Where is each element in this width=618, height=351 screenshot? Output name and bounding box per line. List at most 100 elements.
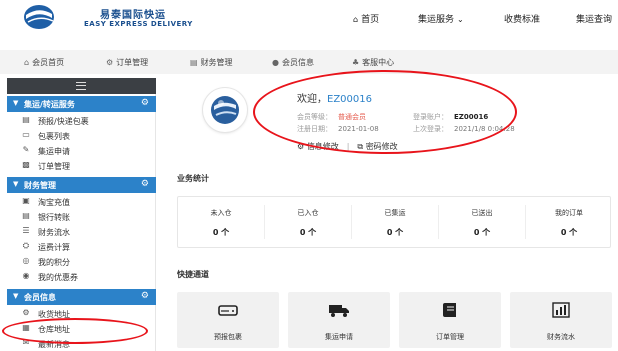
shopping-icon: ▣: [22, 196, 30, 205]
menu-icon: [76, 82, 86, 90]
quick-label: 预报包裹: [214, 333, 242, 341]
subnav-label: 订单管理: [116, 58, 149, 67]
sidebar-item-label: 订单管理: [38, 162, 70, 171]
coupon-icon: ◉: [22, 271, 30, 280]
brand-name-cn: 易泰国际快运: [100, 10, 166, 21]
brand-logo[interactable]: 易泰国际快运 EASY EXPRESS DELIVERY: [22, 2, 212, 36]
quick-forecast[interactable]: 预报包裹: [177, 292, 279, 348]
nav-home[interactable]: ⌂ 首页: [353, 12, 379, 26]
subnav-member-info[interactable]: ● 会员信息: [272, 57, 314, 68]
stat-my-orders[interactable]: 我的订单 0 个: [526, 197, 612, 247]
subnav-service[interactable]: ♣ 客服中心: [352, 57, 394, 68]
quick-orders[interactable]: 订单管理: [399, 292, 501, 348]
sidebar-item-label: 淘宝充值: [38, 198, 70, 207]
sidebar-item-bank-transfer[interactable]: ▤ 银行转账: [7, 210, 156, 224]
sidebar-group-finance[interactable]: ▼ 财务管理 ⚙: [7, 177, 156, 193]
stat-shipped[interactable]: 已送出 0 个: [439, 197, 525, 247]
top-header: 易泰国际快运 EASY EXPRESS DELIVERY ⌂ 首页 集运服务 ⌄ 收…: [0, 0, 618, 38]
avatar[interactable]: [203, 88, 247, 132]
sidebar-item-label: 预报/快递包裹: [38, 117, 89, 126]
quick-label: 订单管理: [436, 333, 464, 341]
subnav-label: 会员首页: [32, 58, 65, 67]
subnav-label: 财务管理: [200, 58, 233, 67]
truck-icon: [329, 305, 349, 317]
sidebar-item-label: 我的积分: [38, 258, 70, 267]
location-icon: ⚙: [22, 308, 30, 317]
sidebar-item-orders[interactable]: ▩ 订单管理: [7, 159, 156, 173]
calculator-icon: ⛭: [22, 241, 30, 250]
subnav-member-home[interactable]: ⌂ 会员首页: [24, 57, 64, 68]
inbox-icon: ▭: [22, 130, 30, 139]
sidebar-item-label: 财务流水: [38, 228, 70, 237]
quick-finance-flow[interactable]: 财务流水: [510, 292, 612, 348]
sidebar-group-member[interactable]: ▼ 会员信息 ⚙: [7, 289, 156, 305]
caret-down-icon: ▼: [13, 99, 19, 107]
credit-card-icon: ▤: [190, 58, 198, 67]
nav-services-label: 集运服务: [418, 15, 455, 25]
sidebar-item-label: 我的优惠券: [38, 273, 78, 282]
home-icon: ⌂: [24, 58, 30, 67]
globe-avatar-icon: [211, 96, 239, 124]
quick-consolidate[interactable]: 集运申请: [288, 292, 390, 348]
sidebar-item-forecast[interactable]: ▤ 预报/快递包裹: [7, 114, 156, 128]
member-subnav: ⌂ 会员首页 ⚙ 订单管理 ▤ 财务管理 ● 会员信息 ♣ 客服中心: [0, 50, 618, 74]
stat-not-in-warehouse[interactable]: 未入仓 0 个: [178, 197, 264, 247]
sidebar-group-title: 集运/转运服务: [24, 100, 75, 109]
user-icon: ●: [272, 58, 279, 67]
chevron-down-icon: ⌄: [457, 15, 464, 24]
stat-label: 我的订单: [555, 209, 583, 217]
caret-down-icon: ▼: [13, 180, 19, 188]
subnav-label: 客服中心: [362, 58, 395, 67]
sidebar-group-title: 财务管理: [24, 181, 56, 190]
gear-icon: ⚙: [140, 98, 149, 108]
points-icon: ◎: [22, 256, 30, 265]
globe-logo-icon: [24, 5, 54, 29]
document-icon: ▩: [22, 160, 30, 169]
subnav-label: 会员信息: [281, 58, 314, 67]
highlight-ellipse-profile: [253, 70, 517, 154]
stat-value: 0 个: [299, 228, 317, 237]
box-icon: ▤: [22, 115, 30, 124]
subnav-finance[interactable]: ▤ 财务管理: [190, 57, 233, 68]
sidebar-item-label: 银行转账: [38, 213, 70, 222]
sidebar-item-finance-flow[interactable]: ☰ 财务流水: [7, 225, 156, 239]
sidebar-toggle[interactable]: [7, 78, 156, 94]
caret-down-icon: ▼: [13, 292, 19, 300]
book-icon: [443, 303, 456, 317]
edit-icon: ✎: [22, 145, 30, 154]
nav-services[interactable]: 集运服务 ⌄: [418, 12, 467, 26]
nav-tracking[interactable]: 集运查询: [576, 12, 612, 26]
bank-icon: ▤: [22, 211, 30, 220]
sidebar-item-shipping-calc[interactable]: ⛭ 运费计算: [7, 240, 156, 254]
gear-icon: ⚙: [140, 179, 149, 189]
sidebar-item-points[interactable]: ◎ 我的积分: [7, 255, 156, 269]
gear-icon: ⚙: [140, 291, 149, 301]
stats-title: 业务统计: [177, 174, 209, 183]
stat-consolidated[interactable]: 已集运 0 个: [352, 197, 438, 247]
bar-chart-icon: [552, 302, 570, 318]
stat-in-warehouse[interactable]: 已入仓 0 个: [265, 197, 351, 247]
subnav-orders[interactable]: ⚙ 订单管理: [106, 57, 148, 68]
stat-value: 0 个: [386, 228, 404, 237]
sidebar-item-label: 包裹列表: [38, 132, 70, 141]
sidebar-item-consolidate[interactable]: ✎ 集运申请: [7, 144, 156, 158]
nav-pricing[interactable]: 收费标准: [504, 12, 540, 26]
headset-icon: ♣: [352, 58, 360, 67]
nav-home-label: 首页: [361, 15, 380, 25]
nav-pricing-label: 收费标准: [504, 15, 541, 25]
stat-value: 0 个: [560, 228, 578, 237]
sidebar-item-taobao-topup[interactable]: ▣ 淘宝充值: [7, 195, 156, 209]
stats-panel: 未入仓 0 个 已入仓 0 个 已集运 0 个 已送出 0 个 我的订单 0 个: [177, 196, 611, 248]
sidebar-item-coupons[interactable]: ◉ 我的优惠券: [7, 270, 156, 284]
stat-value: 0 个: [473, 228, 491, 237]
stat-label: 已送出: [471, 209, 493, 217]
brand-name-en: EASY EXPRESS DELIVERY: [84, 20, 193, 28]
stat-label: 已集运: [384, 209, 406, 217]
highlight-ellipse-warehouse: [2, 318, 148, 344]
home-icon: ⌂: [353, 15, 359, 24]
quick-title: 快捷通道: [177, 270, 209, 279]
sidebar-group-shipping[interactable]: ▼ 集运/转运服务 ⚙: [7, 96, 156, 112]
settings-icon: ⚙: [106, 58, 114, 67]
sidebar-item-packages[interactable]: ▭ 包裹列表: [7, 129, 156, 143]
list-icon: ☰: [22, 226, 30, 235]
